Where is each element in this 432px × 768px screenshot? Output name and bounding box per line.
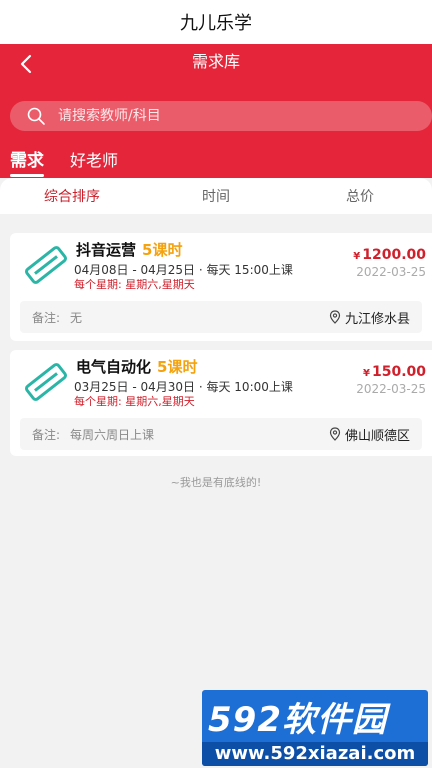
sort-time[interactable]: 时间 — [144, 186, 288, 206]
app-title: 九儿乐学 — [180, 13, 252, 34]
price-value: 150.00 — [371, 364, 426, 380]
sort-comprehensive[interactable]: 综合排序 — [0, 186, 144, 206]
tab-demand[interactable]: 需求 — [10, 146, 44, 177]
watermark-name: 592软件园 — [208, 700, 387, 740]
eraser-icon — [25, 363, 67, 401]
tab-bar: 需求 好老师 — [10, 146, 144, 177]
location-text: 佛山顺德区 — [344, 428, 410, 444]
class-weekdays: 每个星期: 星期六,星期天 — [74, 278, 195, 291]
course-name: 抖音运营 — [76, 241, 137, 259]
course-hours: 5课时 — [142, 241, 183, 259]
currency-symbol: ¥ — [363, 368, 370, 379]
page-header: 需求库 需求 好老师 — [0, 44, 432, 178]
tab-good-teacher[interactable]: 好老师 — [70, 147, 118, 177]
location-pin-icon — [329, 427, 341, 441]
watermark-url: www.592xiazai.com — [202, 742, 428, 766]
location: 九江修水县 — [329, 308, 410, 327]
price-value: 1200.00 — [362, 247, 426, 263]
note-text: 无 — [70, 310, 83, 325]
eraser-icon — [25, 246, 67, 284]
course-name: 电气自动化 — [76, 358, 152, 376]
total-price: ¥1200.00 — [353, 247, 426, 263]
total-price: ¥150.00 — [363, 364, 426, 380]
note-text: 每周六周日上课 — [70, 427, 155, 442]
post-date: 2022-03-25 — [356, 265, 426, 279]
page-title: 需求库 — [191, 52, 240, 71]
location: 佛山顺德区 — [329, 425, 410, 444]
note-label: 备注: — [32, 310, 61, 325]
demand-card[interactable]: 电气自动化 5课时 03月25日 - 04月30日 · 每天 10:00上课 每个… — [10, 350, 432, 456]
watermark-logo: 592软件园 www.592xiazai.com — [202, 690, 428, 766]
sort-total-price[interactable]: 总价 — [288, 186, 432, 206]
course-hours: 5课时 — [157, 358, 198, 376]
search-icon — [27, 107, 45, 125]
app-title-bar: 九儿乐学 — [0, 0, 432, 44]
card-title: 电气自动化 5课时 — [76, 356, 197, 377]
search-input[interactable] — [58, 108, 398, 124]
end-of-list-note: ~我也是有底线的! — [170, 476, 262, 489]
currency-symbol: ¥ — [353, 251, 361, 262]
note-label: 备注: — [32, 427, 61, 442]
card-title: 抖音运营 5课时 — [76, 239, 182, 260]
class-weekdays: 每个星期: 星期六,星期天 — [74, 395, 195, 408]
location-text: 九江修水县 — [344, 311, 410, 327]
card-note-row: 备注: 无 九江修水县 — [20, 301, 422, 333]
post-date: 2022-03-25 — [356, 382, 426, 396]
demand-card[interactable]: 抖音运营 5课时 04月08日 - 04月25日 · 每天 15:00上课 每个星… — [10, 233, 432, 341]
location-pin-icon — [329, 310, 341, 324]
card-note-row: 备注: 每周六周日上课 佛山顺德区 — [20, 418, 422, 450]
search-bar[interactable] — [10, 101, 432, 131]
sort-bar: 综合排序 时间 总价 — [0, 178, 432, 214]
